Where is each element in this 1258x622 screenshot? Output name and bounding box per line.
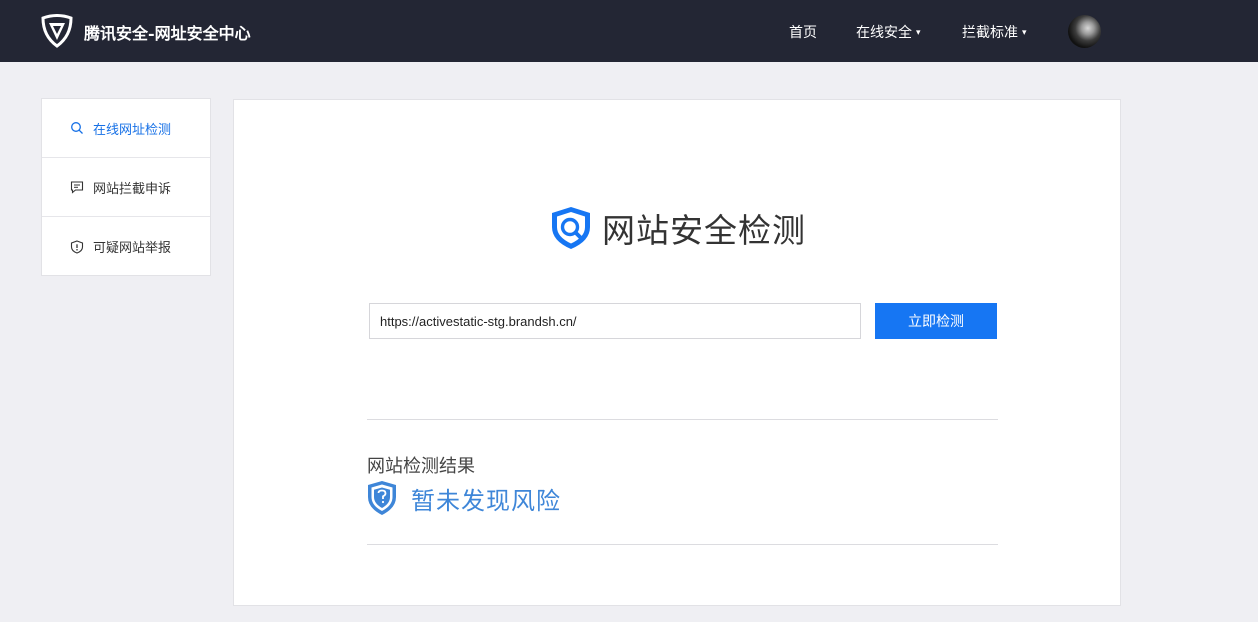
user-avatar[interactable] <box>1068 15 1101 48</box>
search-icon <box>71 122 83 134</box>
brand-title[interactable]: 腾讯安全-网址安全中心 <box>84 20 251 44</box>
shield-question-icon <box>368 481 396 515</box>
sidebar: 在线网址检测 网站拦截申诉 可疑网站举报 <box>41 98 211 276</box>
caret-down-icon: ▾ <box>916 28 921 38</box>
shield-alert-icon <box>70 239 84 254</box>
nav-online-security-label: 在线安全 <box>856 25 912 41</box>
page-title: 网站安全检测 <box>602 211 806 250</box>
hero-heading: 网站安全检测 <box>548 204 806 252</box>
comment-icon <box>70 181 84 194</box>
tencent-shield-logo-icon[interactable] <box>40 14 74 48</box>
result-status: 暂未发现风险 <box>367 480 561 516</box>
sidebar-item-label: 可疑网站举报 <box>93 241 172 256</box>
nav-intercept-standard-label: 拦截标准 <box>962 25 1018 41</box>
divider <box>367 544 998 545</box>
nav-intercept-standard[interactable]: 拦截标准 ▾ <box>962 22 1027 42</box>
caret-down-icon: ▾ <box>1022 28 1027 38</box>
top-navbar: 腾讯安全-网址安全中心 首页 在线安全 ▾ 拦截标准 ▾ <box>0 0 1258 62</box>
url-input[interactable] <box>369 303 861 339</box>
nav-home-label: 首页 <box>789 25 817 41</box>
sidebar-item-url-check[interactable]: 在线网址检测 <box>42 99 210 158</box>
result-text: 暂未发现风险 <box>411 486 561 515</box>
sidebar-item-appeal[interactable]: 网站拦截申诉 <box>42 158 210 217</box>
divider <box>367 419 998 420</box>
sidebar-item-label: 在线网址检测 <box>93 122 172 138</box>
result-label: 网站检测结果 <box>367 456 475 477</box>
sidebar-item-label: 网站拦截申诉 <box>93 181 172 197</box>
nav-online-security[interactable]: 在线安全 ▾ <box>856 22 921 42</box>
sidebar-item-report[interactable]: 可疑网站举报 <box>42 217 210 276</box>
nav-home[interactable]: 首页 <box>789 22 817 42</box>
check-now-button[interactable]: 立即检测 <box>875 303 997 339</box>
shield-search-icon <box>552 207 590 249</box>
main-panel: 网站安全检测 立即检测 网站检测结果 暂未发现风险 <box>233 99 1121 606</box>
